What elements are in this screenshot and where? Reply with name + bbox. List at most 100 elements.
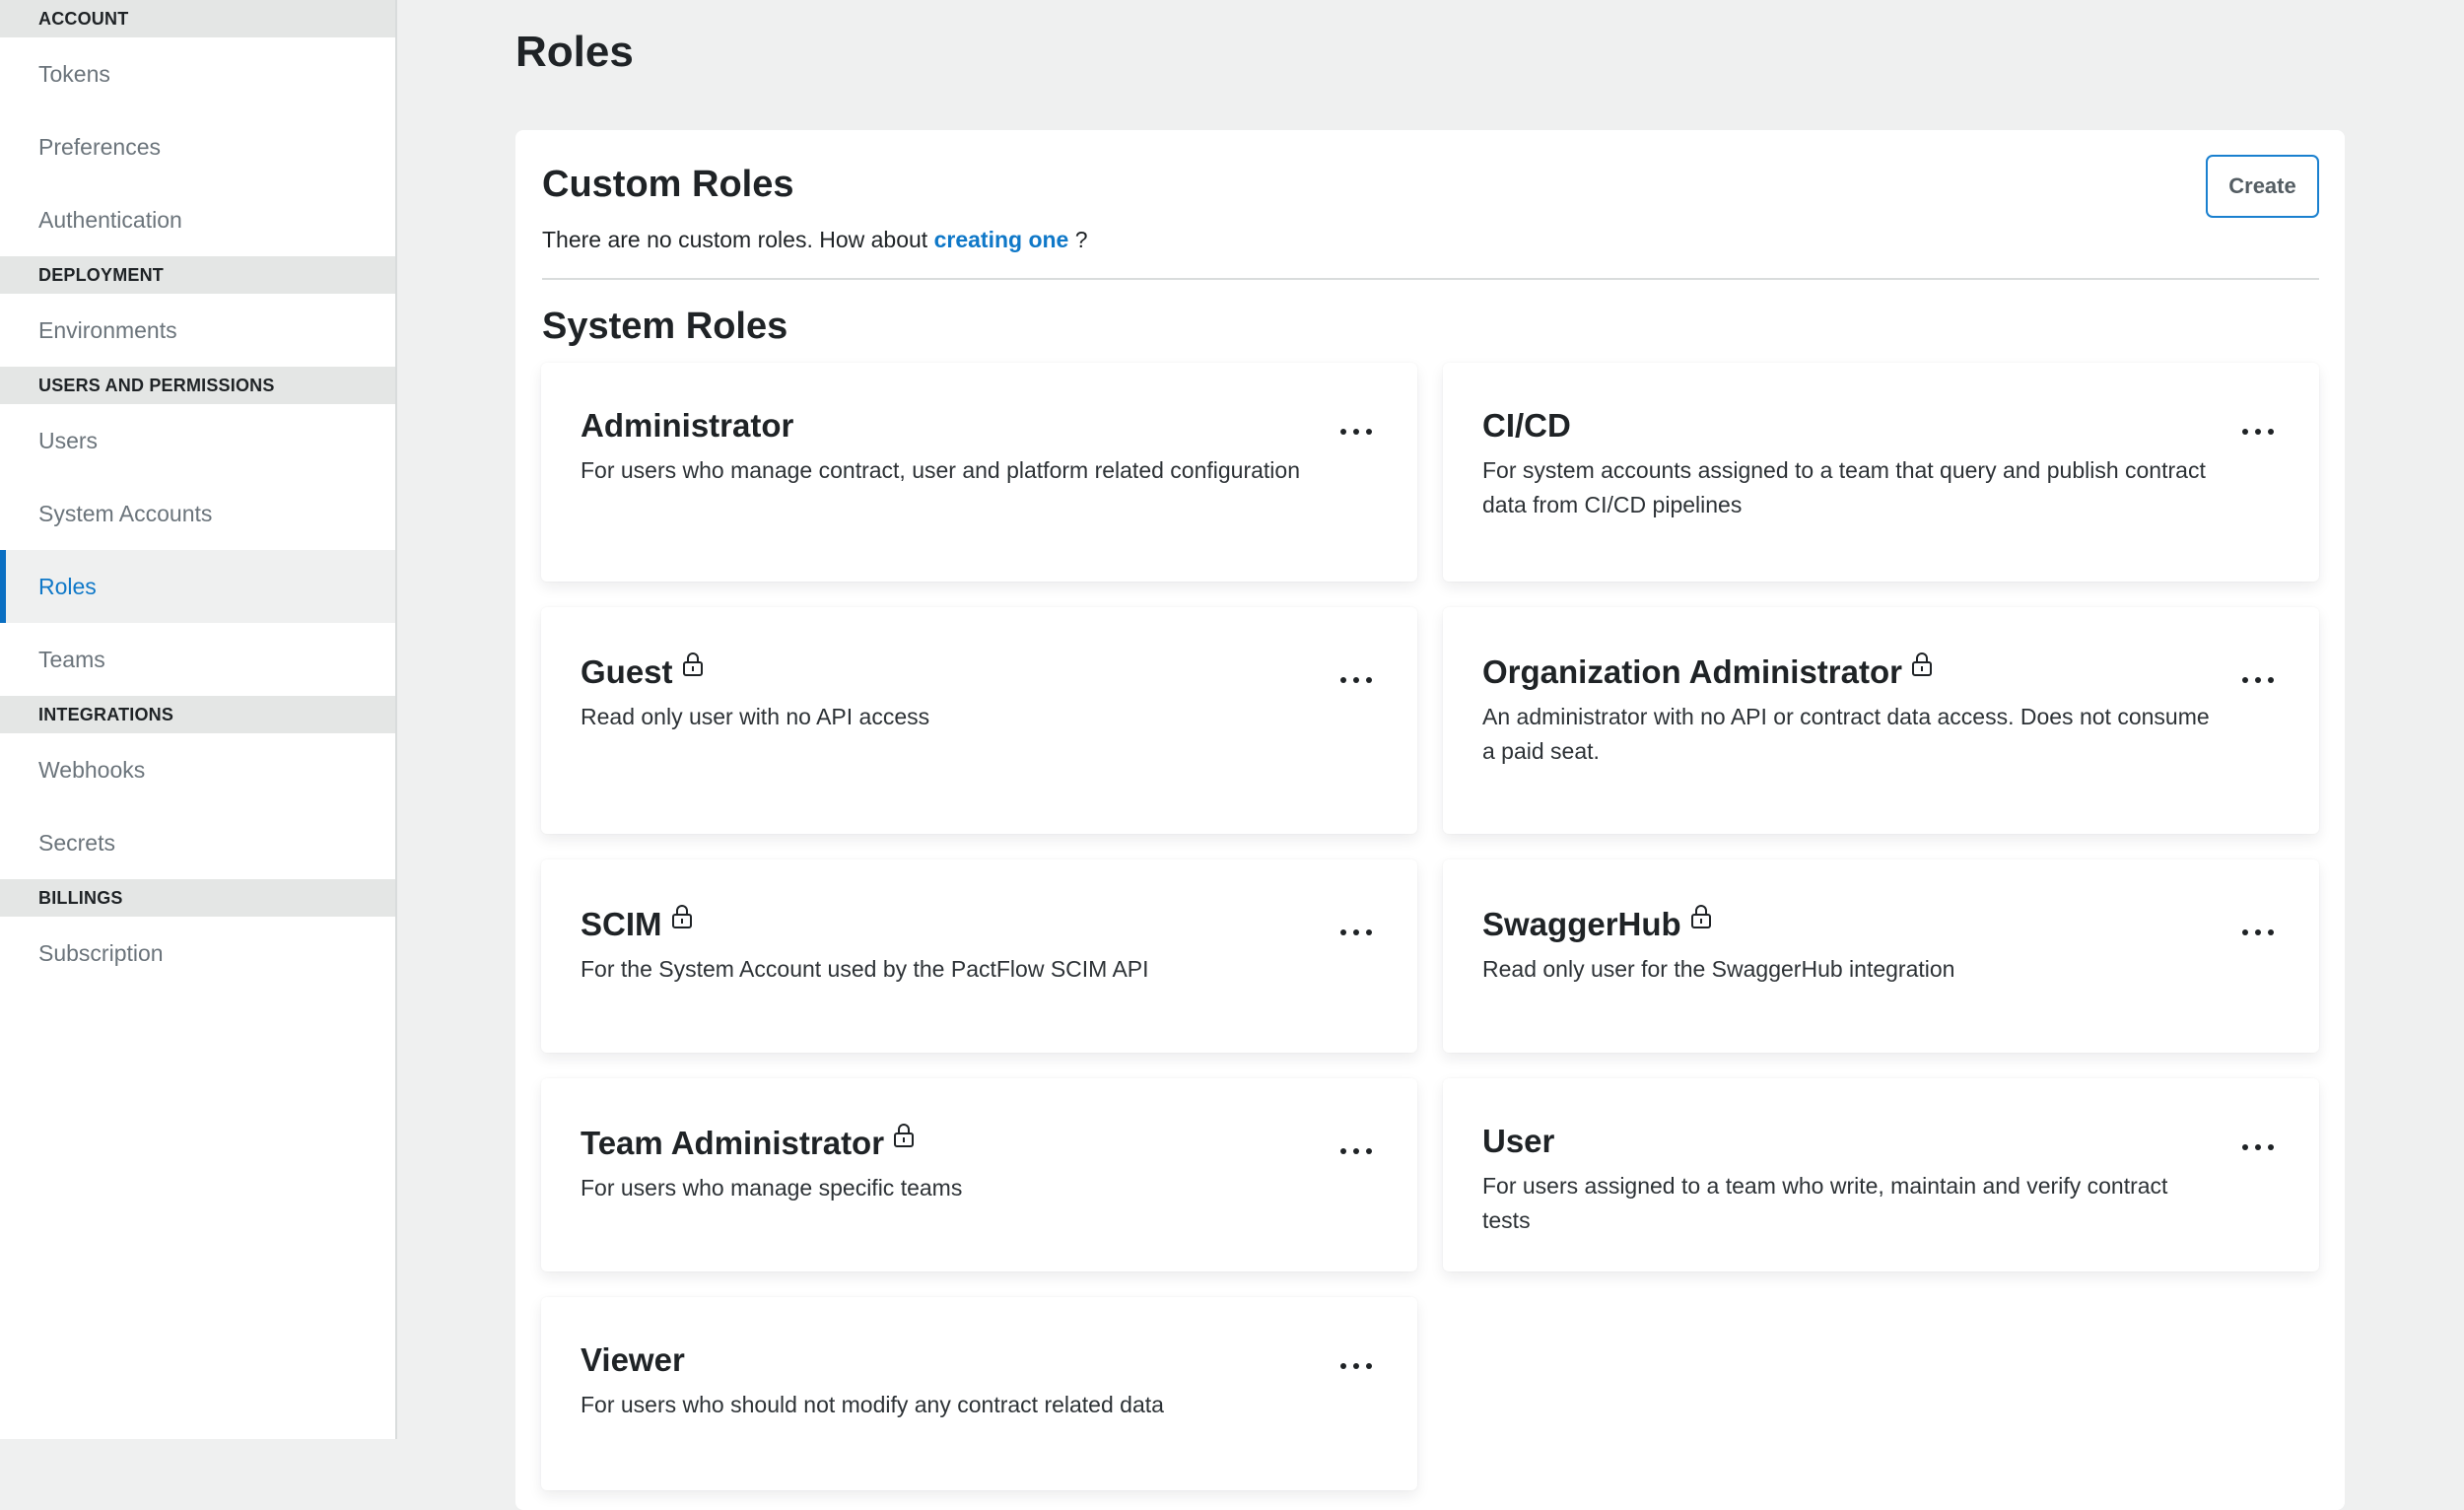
more-dot [1340, 677, 1346, 683]
more-dot [1353, 1148, 1359, 1154]
sidebar-item-webhooks[interactable]: Webhooks [0, 733, 395, 806]
more-dot [1340, 429, 1346, 435]
sidebar-item-users[interactable]: Users [0, 404, 395, 477]
role-description: For users who manage specific teams [581, 1175, 963, 1201]
sidebar-item-secrets[interactable]: Secrets [0, 806, 395, 879]
role-description: For users who manage contract, user and … [581, 457, 1300, 483]
role-name: Administrator [581, 407, 794, 444]
more-dot [1340, 1148, 1346, 1154]
roles-panel: Custom Roles Create There are no custom … [515, 130, 2345, 1510]
role-description: Read only user with no API access [581, 704, 930, 729]
more-dot [2242, 429, 2248, 435]
role-card[interactable]: CI/CD For system accounts assigned to a t… [1443, 363, 2319, 582]
settings-sidebar: ACCOUNT Tokens Preferences Authentication DE… [0, 0, 397, 1439]
role-name: SCIM [581, 906, 662, 942]
more-horizontal-icon[interactable] [2242, 422, 2274, 442]
more-horizontal-icon[interactable] [2242, 670, 2274, 690]
role-name: User [1482, 1123, 1555, 1159]
role-name-row: User [1482, 1122, 2221, 1161]
lock-icon [1911, 647, 1933, 676]
more-horizontal-icon[interactable] [1340, 670, 1372, 690]
system-roles-heading: System Roles [542, 306, 788, 347]
more-dot [1353, 677, 1359, 683]
more-dot [2242, 929, 2248, 935]
more-horizontal-icon[interactable] [1340, 1141, 1372, 1161]
sidebar-section-header: INTEGRATIONS [0, 696, 395, 733]
role-name-row: Guest [581, 652, 1319, 692]
more-dot [1366, 929, 1372, 935]
more-horizontal-icon[interactable] [2242, 923, 2274, 942]
more-dot [2268, 677, 2274, 683]
more-dot [1353, 1363, 1359, 1369]
more-dot [1366, 1363, 1372, 1369]
more-horizontal-icon[interactable] [2242, 1137, 2274, 1157]
more-dot [2242, 677, 2248, 683]
role-name: SwaggerHub [1482, 906, 1681, 942]
role-description: An administrator with no API or contract… [1482, 704, 2210, 764]
sidebar-section-header: USERS AND PERMISSIONS [0, 367, 395, 404]
role-card[interactable]: Team Administrator For users who manage s… [541, 1078, 1417, 1271]
role-name: CI/CD [1482, 407, 1571, 444]
role-name-row: Administrator [581, 406, 1319, 446]
role-name: Organization Administrator [1482, 653, 1902, 690]
role-description: For the System Account used by the PactF… [581, 956, 1149, 982]
more-dot [2255, 429, 2261, 435]
sidebar-item-teams[interactable]: Teams [0, 623, 395, 696]
sidebar-item-preferences[interactable]: Preferences [0, 110, 395, 183]
role-name: Team Administrator [581, 1125, 885, 1161]
more-horizontal-icon[interactable] [1340, 923, 1372, 942]
more-horizontal-icon[interactable] [1340, 422, 1372, 442]
sidebar-item-environments[interactable]: Environments [0, 294, 395, 367]
role-name-row: Organization Administrator [1482, 652, 2221, 692]
role-card[interactable]: SwaggerHub Read only user for the Swagger… [1443, 859, 2319, 1053]
role-name-row: SCIM [581, 905, 1319, 944]
lock-icon [671, 899, 693, 928]
sidebar-item-authentication[interactable]: Authentication [0, 183, 395, 256]
lock-icon [682, 647, 704, 676]
role-name-row: Viewer [581, 1340, 1319, 1380]
sidebar-item-system-accounts[interactable]: System Accounts [0, 477, 395, 550]
section-divider [542, 278, 2319, 280]
role-card[interactable]: Administrator For users who manage contra… [541, 363, 1417, 582]
more-dot [1340, 929, 1346, 935]
role-description: For system accounts assigned to a team t… [1482, 457, 2206, 517]
role-name-row: CI/CD [1482, 406, 2221, 446]
empty-message-suffix: ? [1068, 227, 1088, 252]
more-dot [1366, 429, 1372, 435]
page-title: Roles [515, 28, 634, 76]
role-name: Guest [581, 653, 673, 690]
role-card[interactable]: Viewer For users who should not modify an… [541, 1297, 1417, 1490]
more-dot [1366, 677, 1372, 683]
more-dot [2255, 929, 2261, 935]
role-description: For users assigned to a team who write, … [1482, 1173, 2168, 1233]
role-name-row: SwaggerHub [1482, 905, 2221, 944]
more-dot [2268, 429, 2274, 435]
more-dot [2268, 929, 2274, 935]
system-roles-grid: Administrator For users who manage contra… [541, 363, 2321, 1490]
sidebar-section-header: BILLINGS [0, 879, 395, 917]
role-card[interactable]: Organization Administrator An administrat… [1443, 607, 2319, 834]
more-dot [2255, 677, 2261, 683]
sidebar-item-roles[interactable]: Roles [0, 550, 395, 623]
role-card[interactable]: SCIM For the System Account used by the P… [541, 859, 1417, 1053]
more-dot [1353, 429, 1359, 435]
role-card[interactable]: Guest Read only user with no API access [541, 607, 1417, 834]
custom-roles-empty-message: There are no custom roles. How about cre… [542, 227, 1088, 253]
custom-roles-heading: Custom Roles [542, 164, 794, 205]
empty-message-text: There are no custom roles. How about [542, 227, 934, 252]
more-dot [2255, 1144, 2261, 1150]
more-dot [1353, 929, 1359, 935]
sidebar-item-subscription[interactable]: Subscription [0, 917, 395, 990]
create-role-button[interactable]: Create [2206, 155, 2319, 218]
more-dot [2242, 1144, 2248, 1150]
role-name-row: Team Administrator [581, 1124, 1319, 1163]
more-horizontal-icon[interactable] [1340, 1356, 1372, 1376]
sidebar-item-tokens[interactable]: Tokens [0, 37, 395, 110]
role-description: For users who should not modify any cont… [581, 1392, 1164, 1417]
role-card[interactable]: User For users assigned to a team who wri… [1443, 1078, 2319, 1271]
role-description: Read only user for the SwaggerHub integr… [1482, 956, 1955, 982]
more-dot [1340, 1363, 1346, 1369]
create-role-link[interactable]: creating one [934, 227, 1069, 252]
role-name: Viewer [581, 1341, 685, 1378]
more-dot [2268, 1144, 2274, 1150]
